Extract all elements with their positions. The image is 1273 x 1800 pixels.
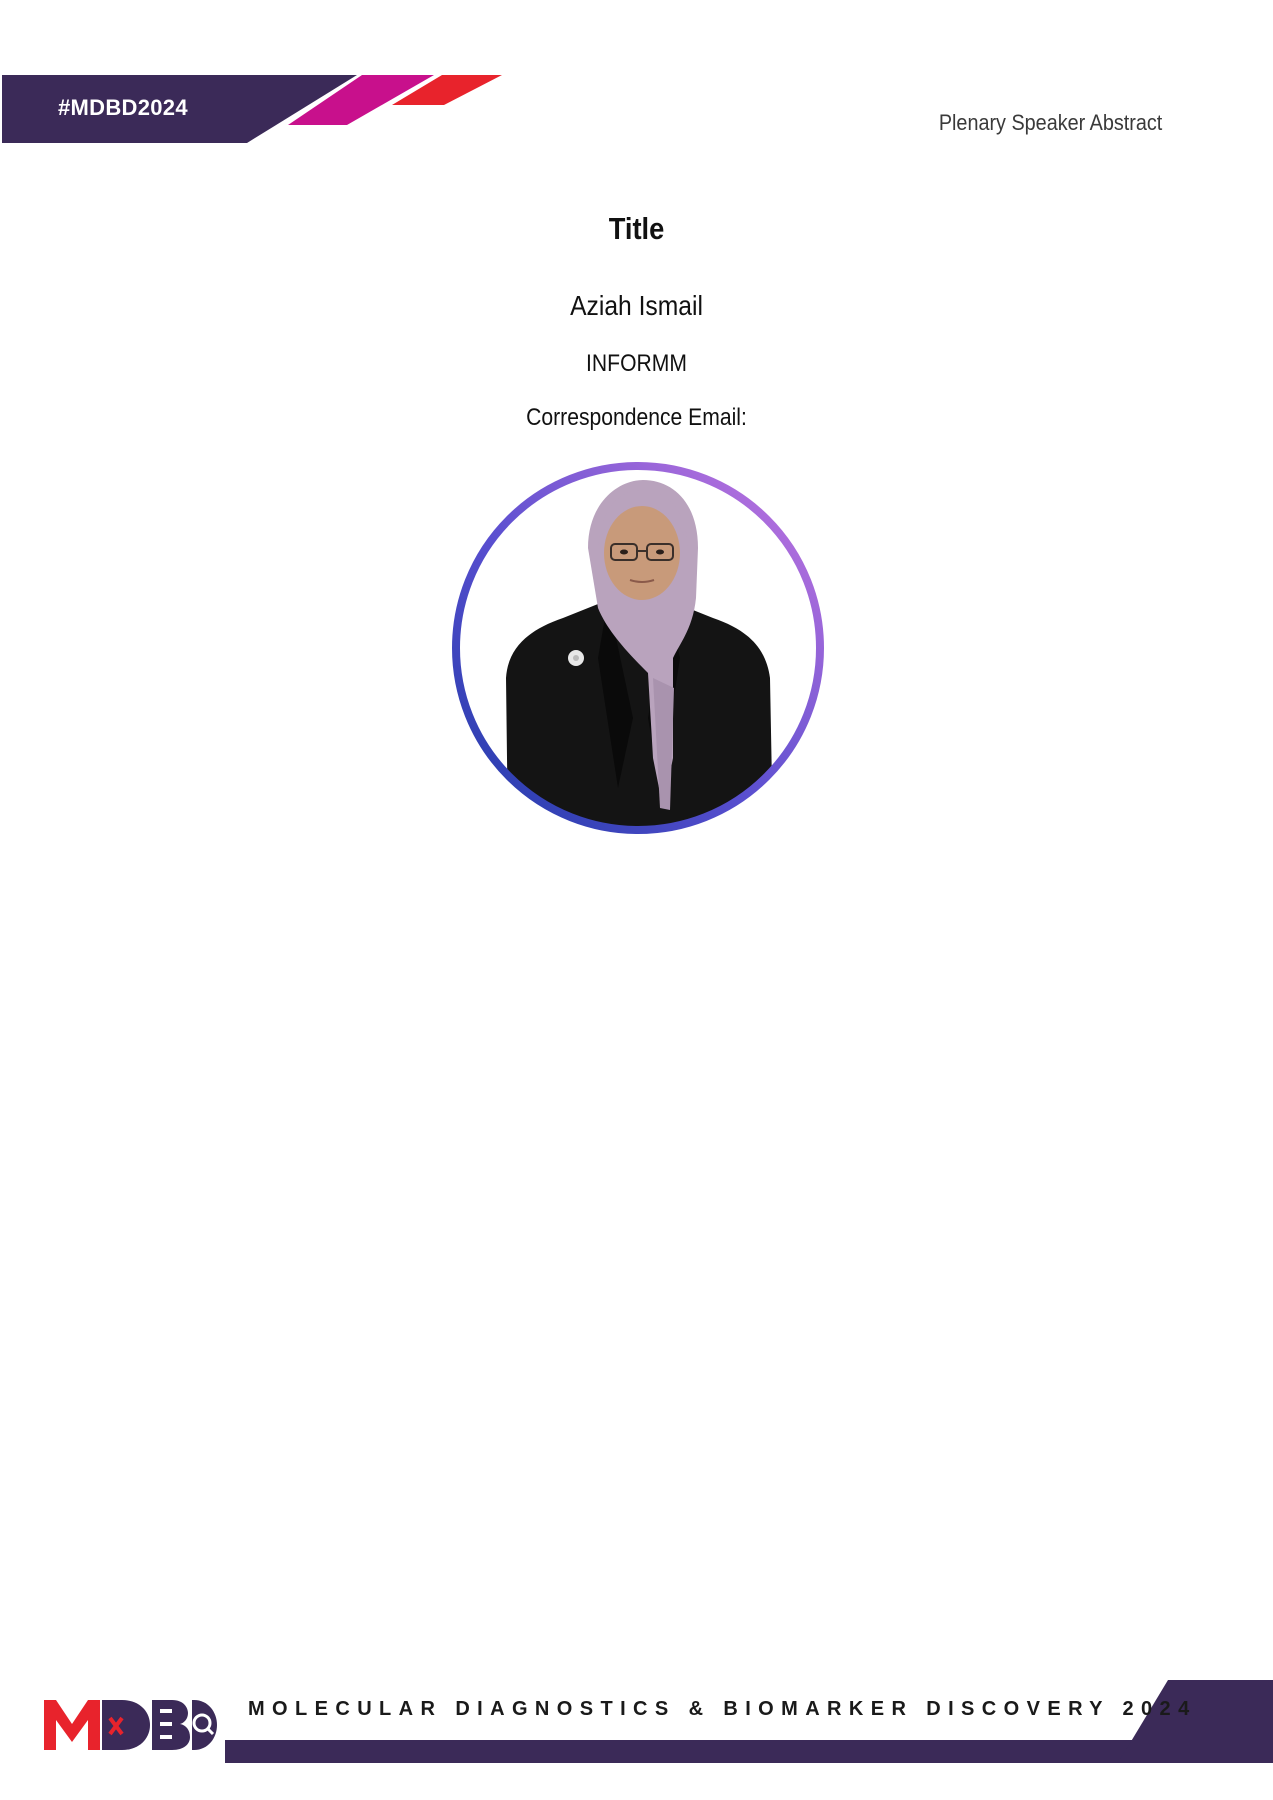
footer-bar (225, 1680, 1273, 1763)
speaker-portrait-photo (452, 462, 824, 834)
speaker-portrait (448, 458, 828, 838)
mdbd-logo (44, 1700, 217, 1750)
section-label: Plenary Speaker Abstract (938, 110, 1162, 135)
event-hashtag: #MDBD2024 (58, 95, 188, 120)
speaker-affiliation: INFORMM (586, 350, 687, 377)
abstract-title: Title (608, 211, 665, 246)
footer-tagline: MOLECULAR DIAGNOSTICS & BIOMARKER DISCOV… (248, 1698, 1197, 1720)
speaker-name: Aziah Ismail (570, 290, 703, 321)
footer: MOLECULAR DIAGNOSTICS & BIOMARKER DISCOV… (0, 1680, 1273, 1770)
header-banner: #MDBD2024 (2, 75, 502, 143)
correspondence-email-label: Correspondence Email: (526, 404, 747, 431)
